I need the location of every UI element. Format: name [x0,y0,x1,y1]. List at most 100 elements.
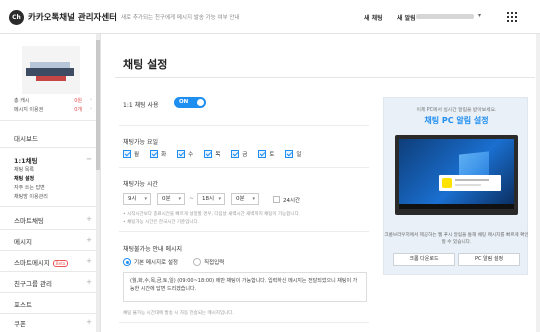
chevron-right-icon: › [90,97,92,103]
sidebar-item-smart-message[interactable]: 스마트메시지 Beta + [14,257,92,267]
chevron-down-icon[interactable]: ▾ [478,12,481,19]
radio-custom-message[interactable] [193,258,201,266]
unavailable-message-textarea[interactable]: (월,화,수,목,금,토,일) (09:00~18:00) 에만 채팅이 가능합… [123,272,367,302]
day-checkbox-fri[interactable]: 금 [231,150,247,158]
day-checkbox-tue[interactable]: 화 [150,150,166,158]
day-label: 수 [188,152,194,158]
start-minute-select[interactable]: 0분 ▾ [157,193,185,205]
sidebar-sub-chat-list[interactable]: 채팅 목록 [14,166,34,173]
time-label: 채팅가능 시간 [123,181,159,188]
checkbox-checked-icon[interactable] [177,150,186,158]
promo-subtitle: 이제 PC에서 실시간 알림을 받아보세요. [416,108,497,113]
day-label: 화 [161,152,167,158]
sidebar-item-message[interactable]: 메시지 + [14,236,92,246]
chevron-down-icon: ▾ [218,196,221,202]
time-hint: • 채팅가능 시간은 한국시간 기준입니다. [123,220,200,225]
notification-popup-illustration [439,175,501,191]
day-checkbox-sat[interactable]: 토 [258,150,274,158]
time-range-separator: ~ [189,195,195,202]
allday-label: 24시간 [283,198,301,204]
pc-alarm-settings-button[interactable]: PC 알림 설정 [458,253,520,266]
chrome-download-button[interactable]: 크롬 다운로드 [393,253,455,266]
new-chat-button[interactable]: 새 채팅 [364,13,383,22]
radio-label: 직접입력 [204,260,225,266]
sidebar-item-friend-group[interactable]: 친구그룹 관리 + [14,278,92,288]
brand-title[interactable]: 카카오톡채널 관리자센터 [28,11,117,23]
divider [119,125,369,126]
notice-link[interactable]: 새로 추가되는 친구에게 메시지 발송 가능 여부 안내 [121,13,240,21]
account-name-blurred[interactable] [416,14,474,19]
main-scrollbar[interactable] [536,34,540,332]
sidebar-item-label: 친구그룹 관리 [14,280,52,288]
top-bar: Ch 카카오톡채널 관리자센터 새로 추가되는 친구에게 메시지 발송 가능 여… [0,0,540,34]
sidebar-item-coupon[interactable]: 쿠폰 + [14,318,92,328]
end-minute-select[interactable]: 0분 ▾ [231,193,259,205]
sidebar-sub-chatroom-manage[interactable]: 채팅방 이용관리 [14,193,48,200]
new-alarm-button[interactable]: 새 알림 [397,13,416,22]
divider [119,322,369,323]
divider [119,167,369,168]
select-value: 9시 [128,196,137,202]
page-title: 채팅 설정 [123,58,168,71]
day-label: 목 [215,152,221,158]
sidebar-scrollbar[interactable] [96,34,100,332]
sidebar-item-chat[interactable]: 1:1채팅 − [14,155,92,165]
sidebar-item-label: 1:1채팅 [14,157,38,165]
divider [115,77,535,78]
sidebar-sub-chat-settings[interactable]: 채팅 설정 [14,175,34,182]
stat-value: 0원 [74,98,82,104]
pc-alarm-promo-card: 이제 PC에서 실시간 알림을 받아보세요. 채팅 PC 알림 설정 크롬브라우… [383,97,529,275]
day-checkbox-thu[interactable]: 목 [204,150,220,158]
chevron-down-icon: ▾ [252,196,255,202]
message-footnote: 채팅 불가능 시간대에 발송 시 자동 전송되는 메시지입니다. [123,311,234,316]
checkbox-checked-icon[interactable] [123,150,131,158]
checkbox-checked-icon[interactable] [231,150,240,158]
stat-message-voucher[interactable]: 메시지 이용권 0개 › [14,106,92,113]
sidebar-sub-frequent-replies[interactable]: 자주 쓰는 답변 [14,184,45,191]
collapse-icon: − [86,155,92,163]
taskbar [399,204,514,209]
start-hour-select[interactable]: 9시 ▾ [123,193,151,205]
day-checkbox-mon[interactable]: 월 [123,150,139,158]
sidebar-item-smart-chat[interactable]: 스마트채팅 + [14,215,92,225]
select-value: 0분 [162,196,171,202]
sidebar-item-label: 메시지 [14,238,32,246]
checkbox-checked-icon[interactable] [150,150,159,158]
promo-title: 채팅 PC 알림 설정 [424,116,489,125]
day-checkbox-wed[interactable]: 수 [177,150,193,158]
divider [119,231,369,232]
channel-profile-image[interactable] [22,46,80,94]
divider [0,313,97,314]
stat-label: 총 캐시 [14,98,30,104]
sidebar-item-dashboard[interactable]: 대시보드 [14,133,92,143]
checkbox-checked-icon[interactable] [285,150,294,158]
stat-cash[interactable]: 총 캐시 0원 › [14,97,92,104]
radio-default-message[interactable] [123,258,131,266]
channel-logo-icon[interactable]: Ch [9,10,24,25]
sidebar: 총 캐시 0원 › 메시지 이용권 0개 › 대시보드 1:1채팅 − 채팅 목… [0,34,101,332]
kakao-icon [442,178,452,188]
day-label: 토 [269,152,275,158]
allday-checkbox[interactable] [273,196,280,203]
app-grid-icon[interactable] [507,12,517,22]
expand-icon: + [86,278,92,286]
time-hint: • 시작시간보다 종료시간을 빠르게 설정할 경우, 다음날 새벽시간 새벽까지… [123,212,301,217]
divider [0,271,97,272]
checkbox-checked-icon[interactable] [204,150,213,158]
stat-value: 0개 [74,107,82,113]
chat-use-toggle[interactable]: ON [174,97,206,108]
chevron-down-icon: ▾ [178,196,181,202]
windows-screen-illustration [399,139,514,209]
toggle-label: ON [179,99,189,105]
divider [0,147,97,148]
sidebar-item-label: 스마트채팅 [14,217,44,225]
promo-description: 크롬브라우저에서 제공하는 웹 푸시 알림을 통해 채팅 메시지를 빠르게 확인… [384,233,529,245]
chevron-down-icon: ▾ [144,196,147,202]
divider [0,250,97,251]
checkbox-checked-icon[interactable] [258,150,267,158]
day-checkbox-sun[interactable]: 일 [285,150,301,158]
desktop-monitor-illustration [395,135,518,215]
end-hour-select[interactable]: 18시 ▾ [197,193,225,205]
day-label: 일 [296,152,302,158]
sidebar-item-post[interactable]: 포스트 [14,299,92,309]
